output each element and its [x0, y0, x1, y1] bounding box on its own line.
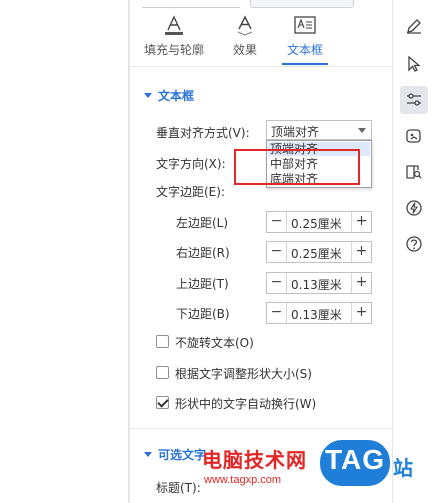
- section-title: 文本框: [158, 89, 195, 103]
- pen-icon[interactable]: [400, 12, 428, 40]
- increment-button[interactable]: +: [351, 212, 371, 232]
- text-fill-icon: [165, 15, 183, 35]
- vertical-align-dropdown: 顶端对齐 中部对齐 底端对齐: [266, 140, 372, 188]
- active-tab-indicator: [282, 63, 328, 65]
- top-tabs: [130, 0, 392, 8]
- margin-stepper-bottom[interactable]: − 0.13厘米 +: [266, 302, 372, 324]
- section-header-optional[interactable]: 可选文字: [144, 446, 206, 463]
- margin-stepper-top[interactable]: − 0.13厘米 +: [266, 272, 372, 294]
- collapse-triangle-icon: [144, 93, 152, 98]
- subtab-fill-outline[interactable]: 填充与轮廓: [138, 12, 210, 64]
- increment-button[interactable]: +: [351, 303, 371, 323]
- document-area: [0, 0, 130, 503]
- text-margin-label: 文字边距(E):: [156, 185, 225, 199]
- margin-stepper-right[interactable]: − 0.25厘米 +: [266, 241, 372, 263]
- margin-label-left: 左边距(L): [176, 216, 229, 230]
- dropdown-option-middle[interactable]: 中部对齐: [268, 157, 370, 171]
- stepper-value[interactable]: 0.13厘米: [291, 306, 342, 323]
- book-search-icon[interactable]: [400, 158, 428, 186]
- right-toolbar: [392, 0, 435, 503]
- stepper-value[interactable]: 0.13厘米: [291, 276, 342, 293]
- decrement-button[interactable]: −: [267, 212, 287, 232]
- vertical-align-label: 垂直对齐方式(V):: [156, 126, 250, 140]
- lightning-icon[interactable]: [400, 194, 428, 222]
- subtab-label: 效果: [232, 43, 257, 57]
- shape-effects-icon[interactable]: [400, 122, 428, 150]
- checkbox-box[interactable]: [156, 335, 169, 348]
- checkbox-label: 形状中的文字自动换行(W): [175, 397, 317, 411]
- checkbox-label: 不旋转文本(O): [175, 336, 254, 350]
- sub-tabs: 填充与轮廓 效果 文本框: [130, 12, 392, 64]
- checkbox-box[interactable]: [156, 366, 169, 379]
- decrement-button[interactable]: −: [267, 303, 287, 323]
- increment-button[interactable]: +: [351, 273, 371, 293]
- divider: [130, 66, 392, 67]
- dropdown-option-top[interactable]: 顶端对齐: [268, 142, 370, 156]
- tab-shape-options[interactable]: [142, 0, 240, 8]
- decrement-button[interactable]: −: [267, 242, 287, 262]
- checkbox-label: 根据文字调整形状大小(S): [175, 367, 312, 381]
- subtab-label: 填充与轮廓: [143, 43, 204, 57]
- help-icon[interactable]: [400, 230, 428, 258]
- decrement-button[interactable]: −: [267, 273, 287, 293]
- increment-button[interactable]: +: [351, 242, 371, 262]
- textbox-icon: [294, 16, 316, 34]
- subtab-textbox[interactable]: 文本框: [276, 12, 334, 64]
- margin-label-top: 上边距(T): [176, 277, 229, 291]
- section-title: 可选文字: [158, 448, 207, 462]
- dropdown-option-bottom[interactable]: 底端对齐: [268, 172, 370, 186]
- tab-text-options[interactable]: [250, 0, 354, 8]
- margin-label-right: 右边距(R): [176, 246, 230, 260]
- subtab-effects[interactable]: 效果: [225, 12, 265, 64]
- checkbox-box[interactable]: [156, 396, 169, 409]
- text-effects-icon: [237, 15, 253, 36]
- subtab-label: 文本框: [286, 43, 323, 57]
- text-direction-label: 文字方向(X):: [156, 157, 226, 171]
- margin-label-bottom: 下边距(B): [176, 307, 230, 321]
- divider: [130, 428, 392, 429]
- pointer-icon[interactable]: [400, 50, 428, 78]
- collapse-triangle-icon: [144, 452, 152, 457]
- stepper-value[interactable]: 0.25厘米: [291, 215, 342, 232]
- margin-stepper-left[interactable]: − 0.25厘米 +: [266, 211, 372, 233]
- dropdown-arrow-icon: [358, 128, 366, 133]
- vertical-align-select[interactable]: 顶端对齐: [266, 120, 372, 140]
- stepper-value[interactable]: 0.25厘米: [291, 245, 342, 262]
- optional-title-label: 标题(T):: [156, 481, 201, 495]
- property-panel: 填充与轮廓 效果 文本框 文本框 垂直对齐方式(V): 顶端对齐 文字方向(X)…: [130, 0, 392, 503]
- select-value: 顶端对齐: [271, 125, 320, 139]
- sliders-icon[interactable]: [400, 86, 428, 114]
- section-header-textbox[interactable]: 文本框: [144, 87, 194, 104]
